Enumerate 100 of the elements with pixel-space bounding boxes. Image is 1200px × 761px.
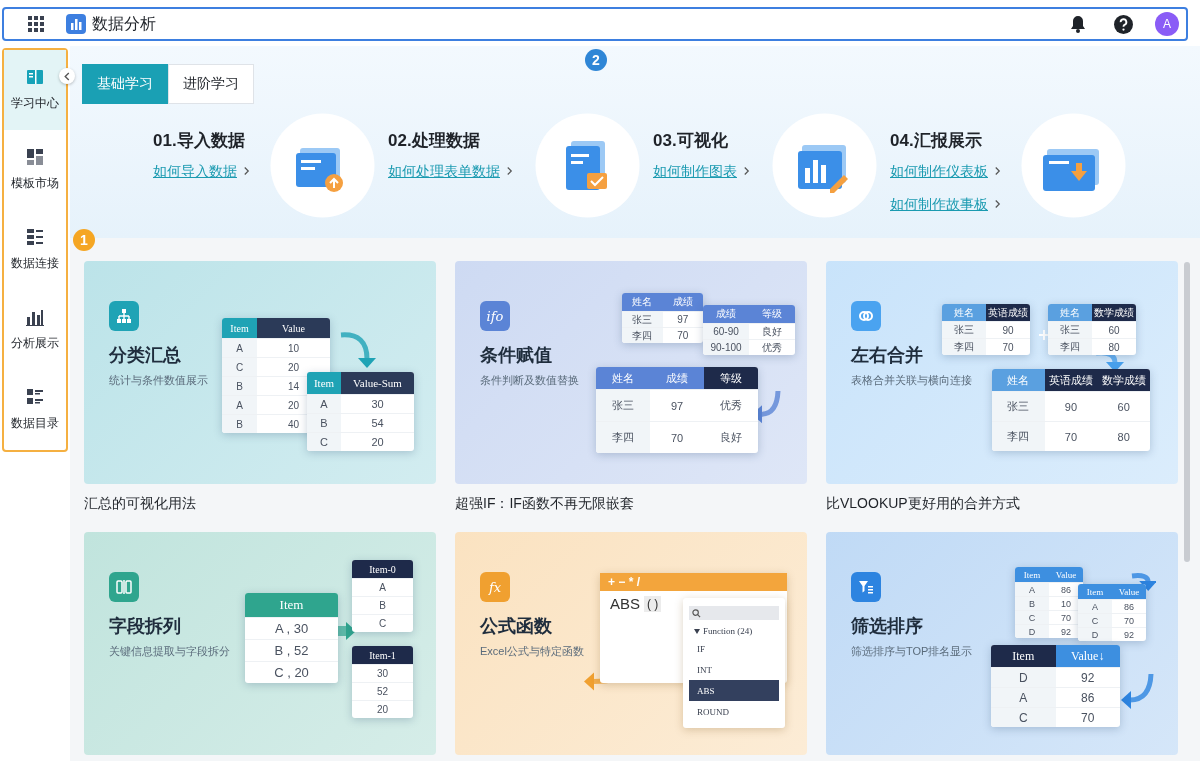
column-header: Item	[307, 372, 341, 394]
column-header: 姓名	[1048, 304, 1092, 321]
column-header: Item	[1078, 584, 1112, 599]
formula-text: ABS	[610, 595, 640, 612]
table-cell: 54	[341, 413, 414, 432]
card-caption[interactable]: 超强IF：IF函数不再无限嵌套	[455, 484, 807, 532]
card-subtitle: 筛选排序与TOP排名显示	[851, 644, 973, 659]
table-cell: 李四	[596, 421, 650, 453]
column-header: 成绩	[662, 293, 703, 311]
column-header: Item	[222, 318, 257, 338]
caret-down-icon	[694, 628, 700, 634]
card-title: 分类汇总	[109, 344, 181, 366]
table-cell: 60-90	[703, 323, 749, 339]
stack-icon	[26, 228, 44, 246]
bell-icon[interactable]	[1070, 15, 1086, 33]
card-caption[interactable]: 比VLOOKUP更好用的合并方式	[826, 484, 1178, 532]
table-cell: A	[307, 394, 341, 413]
table-cell: A	[352, 578, 413, 596]
card-title: 筛选排序	[851, 615, 923, 637]
step-title: 02.处理数据	[388, 131, 481, 151]
help-icon[interactable]	[1114, 14, 1133, 34]
arrow-icon	[1120, 672, 1154, 712]
table-cell: 10	[257, 338, 330, 357]
table-cell: 70	[1055, 707, 1120, 727]
table-cell: 30	[352, 664, 413, 682]
sidebar-item[interactable]: 数据目录	[4, 370, 66, 450]
avatar[interactable]: A	[1155, 12, 1179, 36]
table-cell: B	[1015, 596, 1049, 610]
list-icon	[26, 388, 44, 406]
function-item[interactable]: INT	[689, 659, 779, 680]
card-title: 左右合并	[851, 344, 923, 366]
table-cell: 80	[1097, 421, 1150, 451]
apps-icon[interactable]	[28, 16, 44, 32]
table-cell: 60	[1092, 321, 1136, 338]
card-subtitle: 统计与条件数值展示	[109, 373, 208, 388]
column-header: Value	[257, 318, 330, 338]
card-subtitle: 条件判断及数值替换	[480, 373, 579, 388]
chevron-left-icon	[64, 71, 70, 81]
overlap-circles-icon	[858, 308, 874, 324]
table-cell: 30	[341, 394, 414, 413]
table-cell: 60	[1097, 391, 1150, 421]
table-cell: 李四	[942, 338, 986, 355]
table-cell: 80	[1092, 338, 1136, 355]
table-cell: D	[991, 667, 1056, 687]
table-cell: D	[1078, 627, 1112, 641]
table-cell: B	[222, 376, 257, 395]
column-header: Item	[991, 645, 1056, 667]
table-cell: A	[222, 338, 257, 357]
function-item[interactable]: ROUND	[689, 701, 779, 722]
table-cell: 92	[1112, 627, 1146, 641]
table-cell: C	[222, 357, 257, 376]
column-header: 姓名	[622, 293, 663, 311]
table-cell: B	[307, 413, 341, 432]
column-header: 等级	[704, 367, 758, 389]
sidebar-item[interactable]: 分析展示	[4, 290, 66, 370]
argument-chip: ( )	[644, 595, 662, 612]
column-header: Item-1	[352, 646, 413, 664]
column-header: Value-Sum	[341, 372, 414, 394]
table-cell: 良好	[704, 421, 758, 453]
bar-chart-icon	[26, 308, 44, 326]
table-cell: B	[222, 414, 257, 433]
column-header: Value	[1049, 567, 1083, 582]
function-item[interactable]: IF	[689, 638, 779, 659]
table-cell: 52	[352, 682, 413, 700]
table-cell: 70	[1112, 613, 1146, 627]
step-title: 03.可视化	[653, 131, 729, 151]
search-field[interactable]	[689, 606, 779, 620]
filter-icon	[858, 579, 874, 595]
table-cell: 90	[986, 321, 1030, 338]
chart-logo-icon	[66, 14, 86, 34]
chevron-right-icon	[506, 166, 513, 176]
table-cell: 李四	[1048, 338, 1092, 355]
table-cell: 86	[1112, 599, 1146, 613]
card-subtitle: 表格合并关联与横向连接	[851, 373, 972, 388]
arrow-icon	[339, 331, 379, 369]
sidebar-item[interactable]: 学习中心	[4, 50, 66, 130]
operator-bar: + − * /	[600, 573, 787, 591]
table-cell: 20	[352, 700, 413, 718]
step-title: 04.汇报展示	[890, 131, 983, 151]
table-cell: 86	[1055, 687, 1120, 707]
table-cell: D	[1015, 624, 1049, 638]
column-header: Item-0	[352, 560, 413, 578]
table-cell: 70	[650, 421, 704, 453]
card-caption[interactable]: 汇总的可视化用法	[84, 484, 436, 532]
table-cell: 李四	[622, 327, 663, 343]
tab[interactable]: 进阶学习	[168, 64, 254, 104]
table-cell: C , 20	[245, 661, 338, 683]
table-cell: A , 30	[245, 617, 338, 639]
sidebar-item[interactable]: 模板市场	[4, 130, 66, 210]
table-cell: A	[1015, 582, 1049, 596]
column-header: Value	[1112, 584, 1146, 599]
table-cell: C	[307, 432, 341, 451]
table-cell: 90	[1044, 391, 1098, 421]
layout-icon	[26, 148, 44, 166]
chevron-right-icon	[994, 199, 1001, 209]
table-cell: 李四	[992, 421, 1045, 451]
table-cell: A	[991, 687, 1056, 707]
sidebar-item[interactable]: 数据连接	[4, 210, 66, 290]
function-item[interactable]: ABS	[689, 680, 779, 701]
chevron-right-icon	[994, 166, 1001, 176]
